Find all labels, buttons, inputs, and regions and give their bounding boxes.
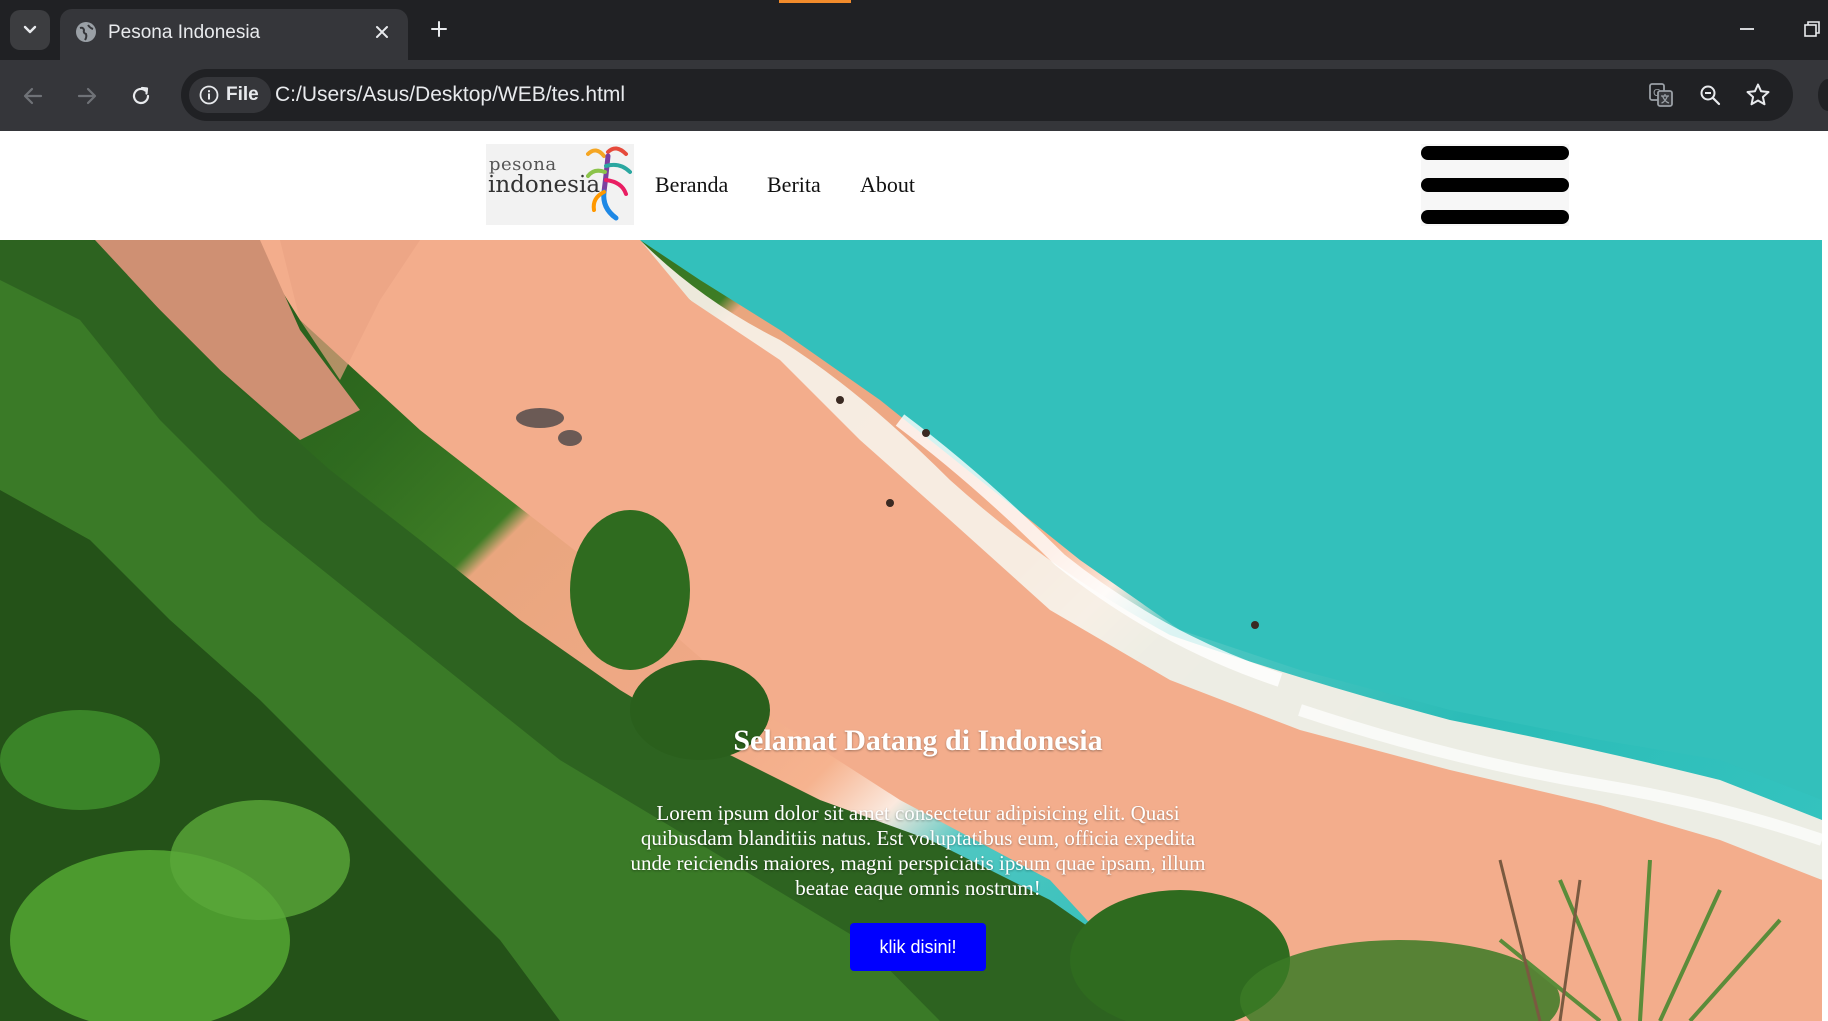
page-scrollbar-gap	[1822, 240, 1828, 1021]
tab-search-button[interactable]	[10, 10, 50, 50]
restore-window-icon[interactable]	[1800, 17, 1824, 41]
logo-bird-icon	[586, 146, 632, 221]
logo-text-bottom: indonesia	[488, 172, 601, 198]
klik-disini-button[interactable]: klik disini!	[850, 923, 986, 971]
star-icon	[1746, 83, 1770, 106]
page-viewport: pesona indonesia Beranda Berita About Se…	[0, 131, 1828, 1021]
browser-tab[interactable]: Pesona Indonesia	[60, 9, 408, 60]
new-tab-button[interactable]	[424, 14, 454, 44]
address-bar[interactable]: File C:/Users/Asus/Desktop/WEB/tes.html …	[181, 69, 1793, 121]
arrow-right-icon	[77, 87, 97, 105]
hamburger-icon-bar	[1421, 210, 1569, 224]
close-icon	[376, 26, 388, 38]
site-navbar: pesona indonesia Beranda Berita About	[0, 131, 1828, 240]
hero-background-image	[0, 240, 1822, 1021]
site-info-label: File	[226, 84, 259, 105]
bookmark-button[interactable]	[1744, 81, 1772, 109]
reload-icon	[132, 86, 150, 105]
hamburger-icon-bar	[1421, 178, 1569, 192]
reload-button[interactable]	[124, 79, 158, 113]
tab-title: Pesona Indonesia	[108, 22, 261, 43]
zoom-out-icon	[1700, 85, 1721, 106]
minimize-icon[interactable]	[1735, 17, 1759, 41]
back-button[interactable]	[16, 79, 50, 113]
tab-strip-accent	[779, 0, 851, 3]
hamburger-menu-button[interactable]	[1421, 144, 1569, 226]
hamburger-icon	[1421, 146, 1569, 160]
translate-button[interactable]: G	[1647, 81, 1675, 109]
forward-button[interactable]	[70, 79, 104, 113]
globe-icon	[76, 22, 96, 42]
hero-title: Selamat Datang di Indonesia	[733, 724, 1103, 757]
site-info-chip[interactable]: File	[189, 77, 271, 113]
site-logo[interactable]: pesona indonesia	[486, 144, 634, 225]
plus-icon	[431, 21, 447, 37]
zoom-button[interactable]	[1696, 81, 1724, 109]
close-tab-button[interactable]	[370, 20, 394, 44]
chevron-down-icon	[23, 25, 37, 34]
translate-icon: G	[1649, 83, 1673, 107]
hero-section: Selamat Datang di Indonesia Lorem ipsum …	[0, 240, 1822, 1021]
info-icon	[199, 85, 219, 105]
nav-link-beranda[interactable]: Beranda	[655, 172, 728, 198]
nav-link-about[interactable]: About	[860, 172, 915, 198]
nav-link-berita[interactable]: Berita	[767, 172, 821, 198]
tab-strip: Pesona Indonesia	[0, 0, 1828, 60]
arrow-left-icon	[23, 87, 43, 105]
browser-toolbar: File C:/Users/Asus/Desktop/WEB/tes.html …	[0, 60, 1828, 131]
url-text[interactable]: C:/Users/Asus/Desktop/WEB/tes.html	[275, 83, 625, 107]
hero-description: Lorem ipsum dolor sit amet consectetur a…	[630, 801, 1206, 900]
